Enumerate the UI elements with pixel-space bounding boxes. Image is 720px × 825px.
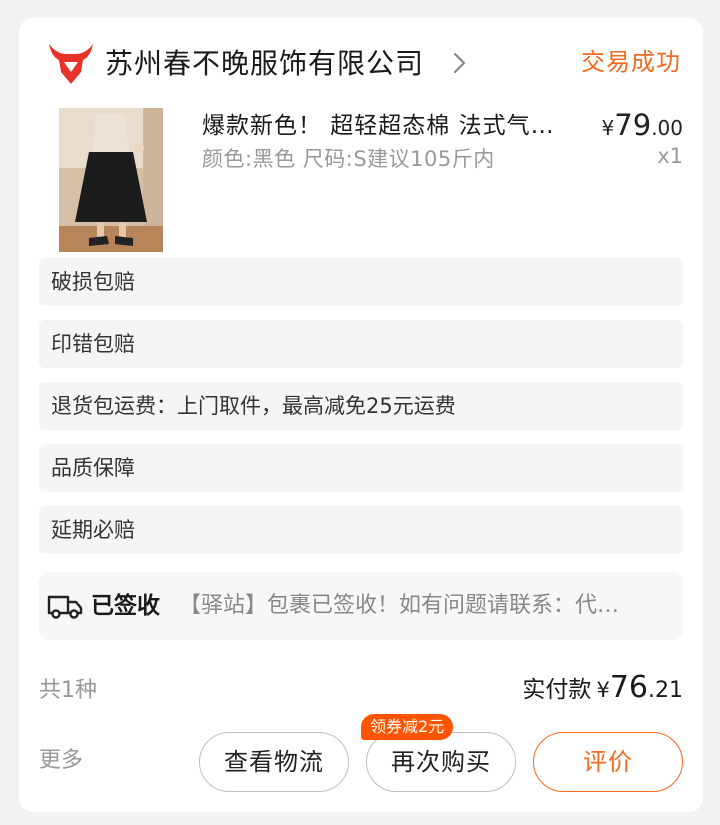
product-image[interactable] <box>59 108 163 252</box>
more-button[interactable]: 更多 <box>39 744 83 778</box>
product-price: ¥79.00 <box>601 108 683 142</box>
logistics-status: 已签收 <box>91 593 160 619</box>
truck-icon <box>47 595 83 619</box>
logistics-detail: 【驿站】包裹已签收！如有问题请联系：代… <box>179 593 620 618</box>
logistics-panel[interactable]: 已签收 【驿站】包裹已签收！如有问题请联系：代… <box>39 572 683 640</box>
product-spec: 颜色:黑色 尺码:S建议105斤内 <box>202 147 495 171</box>
service-item[interactable]: 品质保障 <box>39 444 683 492</box>
shop-logo-icon <box>49 44 93 84</box>
service-item[interactable]: 破损包赔 <box>39 258 683 306</box>
item-count: 共1种 <box>39 678 97 703</box>
view-logistics-button[interactable]: 查看物流 <box>199 732 349 792</box>
service-item[interactable]: 退货包运费：上门取件，最高减免25元运费 <box>39 382 683 430</box>
order-card[interactable]: 苏州春不晚服饰有限公司 交易成功 爆款新色！ 超轻超态棉 法式气… 颜色:黑色 … <box>19 18 703 812</box>
product-quantity: x1 <box>657 144 683 168</box>
chevron-right-icon[interactable] <box>452 52 468 74</box>
paid-amount: 实付款 ¥76.21 <box>522 670 683 705</box>
review-button[interactable]: 评价 <box>533 732 683 792</box>
buy-again-button[interactable]: 再次购买 <box>366 732 516 792</box>
order-status: 交易成功 <box>581 48 681 76</box>
product-title[interactable]: 爆款新色！ 超轻超态棉 法式气… <box>202 108 582 144</box>
shop-name[interactable]: 苏州春不晚服饰有限公司 <box>105 44 424 84</box>
coupon-badge: 领券减2元 <box>361 714 454 740</box>
service-item[interactable]: 印错包赔 <box>39 320 683 368</box>
service-item[interactable]: 延期必赔 <box>39 506 683 554</box>
